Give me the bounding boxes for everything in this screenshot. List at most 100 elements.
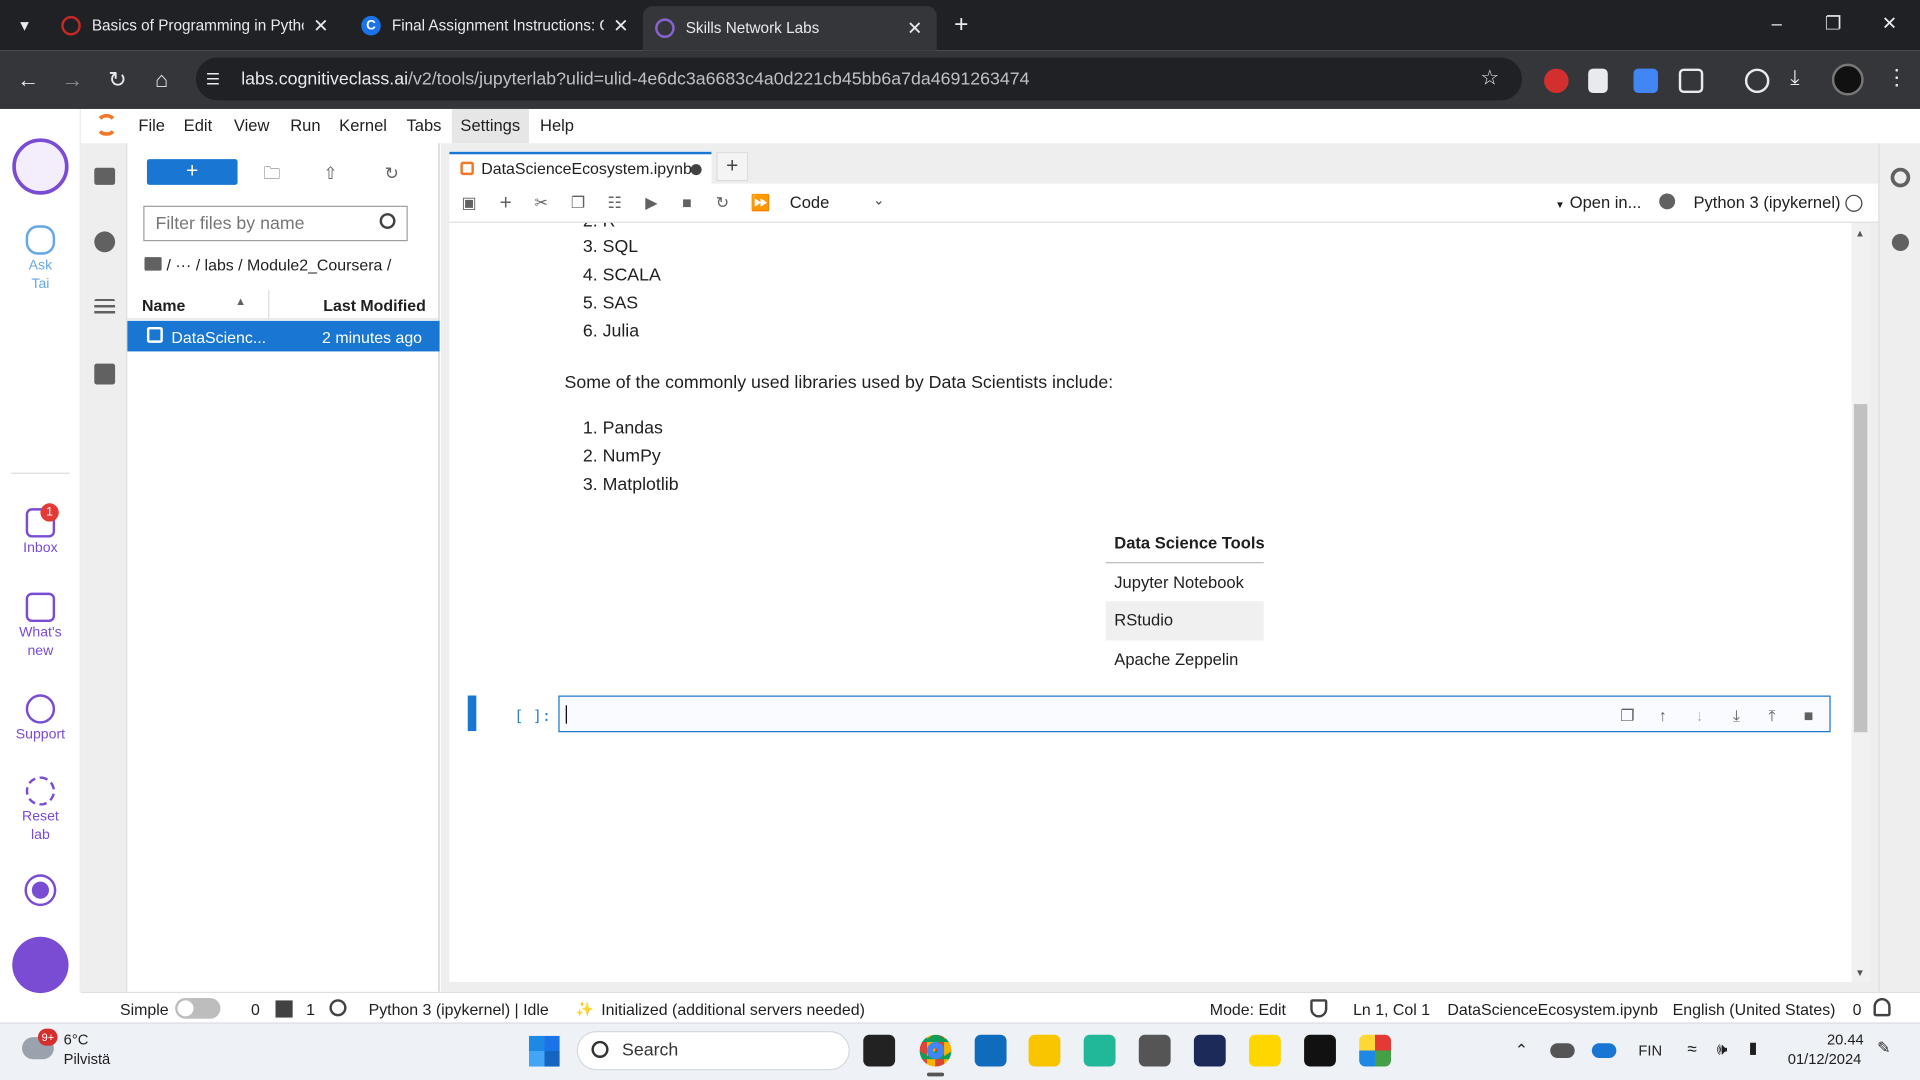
notebook-tab[interactable]: DataScienceEcosystem.ipynb — [449, 151, 712, 185]
close-tab-icon[interactable]: ✕ — [611, 14, 631, 36]
translate-extension-icon[interactable] — [1633, 68, 1658, 94]
onedrive-error-icon[interactable] — [1591, 1043, 1617, 1058]
debugger-bug-icon[interactable] — [1659, 193, 1676, 210]
home-icon[interactable]: ⌂ — [146, 65, 178, 94]
browser-tab-1[interactable]: Basics of Programming in Pytho ✕ — [49, 6, 343, 44]
breadcrumb[interactable]: / ··· / labs / Module2_Coursera / — [144, 256, 391, 274]
menu-file[interactable]: File — [138, 116, 165, 134]
menu-help[interactable]: Help — [540, 116, 574, 134]
save-icon[interactable]: ▣ — [460, 194, 477, 212]
debugger-bug-icon[interactable] — [1891, 233, 1909, 252]
weather-desc[interactable]: Pilvistä — [64, 1051, 111, 1068]
restore-icon[interactable]: ❐ — [1805, 10, 1861, 39]
volume-icon[interactable]: 🕪 — [1717, 1038, 1728, 1059]
table-of-contents-icon[interactable] — [94, 298, 116, 316]
outlook-icon[interactable] — [974, 1034, 1007, 1067]
move-up-icon[interactable]: ↑ — [1654, 707, 1671, 725]
insert-above-icon[interactable]: ⤒ — [1763, 707, 1780, 725]
unsaved-dot-icon[interactable] — [690, 164, 702, 176]
close-window-icon[interactable]: ✕ — [1861, 10, 1917, 39]
paste-icon[interactable]: ☷ — [606, 194, 623, 212]
shield-check-icon[interactable] — [1310, 999, 1328, 1018]
kernel-count[interactable]: 0 — [251, 1000, 260, 1018]
input-language[interactable]: FIN — [1638, 1042, 1662, 1059]
fast-forward-icon[interactable]: ⏩ — [751, 194, 771, 212]
cell-type-select[interactable]: Code — [790, 193, 830, 211]
url-text[interactable]: labs.cognitiveclass.ai/v2/tools/jupyterl… — [241, 70, 1029, 90]
bookmark-star-icon[interactable]: ☆ — [1480, 66, 1499, 90]
notification-bell-icon[interactable]: ✎ — [1877, 1038, 1890, 1058]
scrollbar-thumb[interactable] — [1853, 404, 1868, 733]
user-avatar[interactable] — [12, 936, 69, 994]
folder-icon[interactable] — [94, 167, 116, 185]
simple-mode-toggle[interactable] — [175, 997, 221, 1019]
close-tab-icon[interactable]: ✕ — [905, 17, 925, 39]
file-explorer-icon[interactable] — [1028, 1034, 1061, 1067]
new-tab-button[interactable]: + — [947, 11, 976, 40]
windows-start-icon[interactable] — [528, 1035, 560, 1067]
file-list-item[interactable]: DataScienc... 2 minutes ago — [127, 320, 440, 352]
duplicate-cell-icon[interactable]: ❐ — [1619, 707, 1636, 725]
property-inspector-gears-icon[interactable] — [1890, 167, 1911, 188]
sublime-icon[interactable] — [1248, 1034, 1281, 1067]
refresh-icon[interactable]: ↻ — [382, 163, 402, 183]
stop-icon[interactable]: ■ — [678, 194, 695, 212]
menu-kernel[interactable]: Kernel — [339, 116, 387, 134]
whats-new-button[interactable]: What's new — [0, 592, 81, 662]
clock-time[interactable]: 20.44 — [1827, 1031, 1864, 1048]
reset-lab-button[interactable]: Reset lab — [0, 776, 81, 845]
sort-ascending-icon[interactable]: ▲ — [235, 295, 246, 307]
lsp-status[interactable]: Initialized (additional servers needed) — [601, 1000, 865, 1018]
open-in-dropdown[interactable]: ▼ Open in... — [1555, 193, 1641, 211]
cut-icon[interactable]: ✂ — [533, 194, 550, 212]
bell-icon[interactable] — [1873, 997, 1891, 1017]
name-column-header[interactable]: Name — [142, 296, 185, 314]
extensions-puzzle-icon[interactable] — [1678, 68, 1704, 94]
forward-icon[interactable]: → — [56, 65, 88, 94]
scroll-down-arrow-icon[interactable]: ▼ — [1855, 967, 1865, 978]
menu-tabs[interactable]: Tabs — [407, 116, 442, 134]
calculator-icon[interactable] — [1138, 1034, 1171, 1067]
chrome-icon[interactable] — [919, 1034, 952, 1067]
new-folder-icon[interactable]: 🗀 — [262, 163, 282, 183]
pycharm-icon[interactable] — [1083, 1034, 1116, 1067]
extensions-puzzle-icon[interactable] — [94, 363, 116, 385]
folder-icon[interactable] — [144, 257, 162, 271]
menu-view[interactable]: View — [234, 116, 270, 134]
upload-icon[interactable]: ⇧ — [321, 163, 341, 183]
last-modified-column-header[interactable]: Last Modified — [323, 296, 426, 314]
adblock-extension-icon[interactable] — [1544, 68, 1569, 94]
minimize-icon[interactable]: – — [1749, 10, 1805, 39]
tray-chevron-icon[interactable]: ⌃ — [1515, 1041, 1528, 1061]
browser-tab-2[interactable]: C Final Assignment Instructions: C ✕ — [349, 6, 643, 44]
download-icon[interactable]: ⤓ — [1790, 66, 1799, 90]
menu-edit[interactable]: Edit — [184, 116, 212, 134]
kernel-status[interactable]: Python 3 (ipykernel) | Idle — [369, 1000, 549, 1018]
new-tab-plus-button[interactable]: + — [716, 151, 749, 182]
clock-date[interactable]: 01/12/2024 — [1788, 1051, 1862, 1068]
chrome-menu-icon[interactable]: ⋮ — [1886, 65, 1908, 91]
language-indicator[interactable]: English (United States) — [1673, 1000, 1836, 1018]
cursor-position[interactable]: Ln 1, Col 1 — [1353, 1000, 1430, 1018]
performance-icon[interactable] — [1744, 68, 1770, 94]
app-grid-icon[interactable] — [1359, 1034, 1392, 1067]
code-cell-input[interactable] — [558, 695, 1831, 733]
new-launcher-button[interactable]: + — [146, 159, 238, 185]
kernel-gear-icon[interactable] — [329, 999, 347, 1017]
insert-cell-icon[interactable]: + — [497, 192, 514, 213]
back-icon[interactable]: ← — [12, 65, 44, 94]
restart-icon[interactable]: ↻ — [714, 194, 731, 212]
inbox-button[interactable]: Inbox 1 — [0, 503, 81, 558]
terminal-count[interactable]: 1 — [306, 1000, 315, 1018]
menu-settings[interactable]: Settings — [451, 108, 529, 144]
chevron-down-icon[interactable]: ⌄ — [873, 192, 884, 208]
taskbar-search[interactable]: Search — [576, 1031, 850, 1071]
delete-cell-icon[interactable]: ■ — [1800, 707, 1817, 725]
reload-icon[interactable]: ↻ — [102, 65, 134, 94]
theme-sun-icon[interactable] — [26, 876, 54, 904]
close-tab-icon[interactable]: ✕ — [311, 14, 331, 36]
scroll-up-arrow-icon[interactable]: ▲ — [1855, 228, 1865, 239]
tab-list-dropdown-icon[interactable]: ▼ — [12, 13, 36, 37]
menu-run[interactable]: Run — [290, 116, 320, 134]
move-down-icon[interactable]: ↓ — [1691, 707, 1708, 725]
